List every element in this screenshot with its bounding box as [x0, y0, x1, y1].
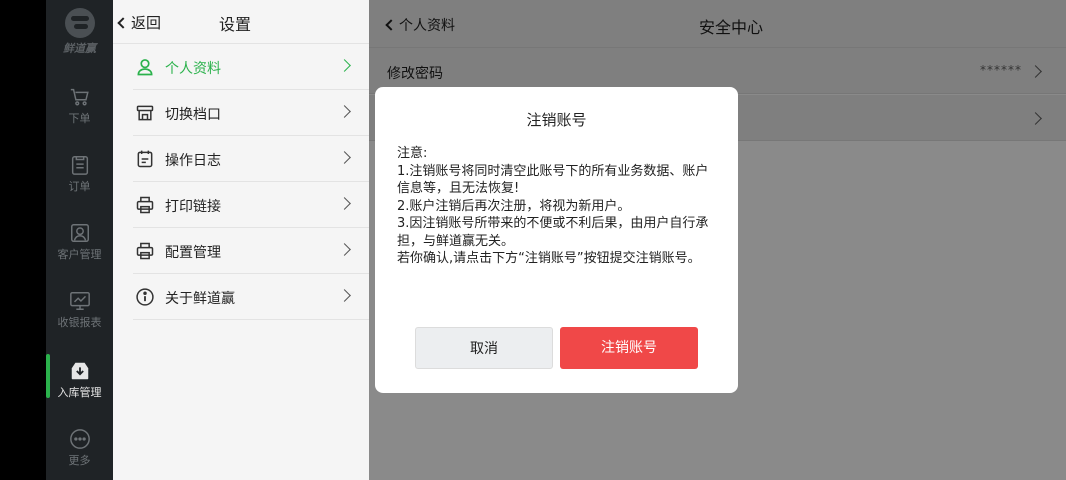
- settings-item-switch-stall[interactable]: 切换档口: [133, 90, 369, 136]
- user-icon: [137, 59, 153, 76]
- inbound-icon: [71, 362, 88, 380]
- dialog-title: 注销账号: [526, 111, 587, 129]
- chevron-right-icon: [338, 59, 351, 72]
- settings-item-label: 个人资料: [165, 61, 221, 77]
- cart-icon: [70, 88, 89, 106]
- settings-item-about[interactable]: 关于鲜道赢: [133, 274, 369, 320]
- back-button[interactable]: 返回: [117, 12, 162, 33]
- rail-item-more[interactable]: 更多: [46, 422, 113, 480]
- brand-name: 鲜道赢: [63, 42, 96, 55]
- settings-item-print-link[interactable]: 打印链接: [133, 182, 369, 228]
- rail-item-label: 下单: [68, 112, 91, 125]
- back-label: 返回: [131, 14, 162, 32]
- settings-item-label: 操作日志: [165, 153, 221, 169]
- customer-icon: [70, 224, 89, 242]
- more-icon: [69, 429, 90, 449]
- dialog-line: 1.注销账号将同时清空此账号下的所有业务数据、账户信息等，且无法恢复!: [397, 163, 709, 197]
- rail-item-label: 订单: [68, 180, 91, 193]
- chevron-left-icon: [117, 17, 129, 29]
- chevron-right-icon: [338, 289, 351, 302]
- info-icon: [136, 288, 154, 306]
- row-label: 修改密码: [387, 66, 443, 82]
- chevron-right-icon: [338, 197, 351, 210]
- chevron-right-icon: [338, 243, 351, 256]
- log-icon: [137, 150, 153, 168]
- logo-icon: [64, 8, 95, 38]
- settings-item-profile[interactable]: 个人资料: [133, 44, 369, 90]
- printer-icon: [136, 196, 154, 214]
- dialog-line: 3.因注销账号所带来的不便或不利后果，由用户自行承担，与鲜道赢无关。: [397, 216, 709, 249]
- brand-logo: 鲜道赢: [46, 8, 113, 60]
- panel-back-label: 个人资料: [399, 18, 455, 34]
- settings-item-operation-log[interactable]: 操作日志: [133, 136, 369, 182]
- chevron-right-icon: [338, 105, 351, 118]
- rail-item-label: 客户管理: [57, 248, 102, 261]
- screen-edge: [0, 0, 46, 480]
- rail-item-label: 入库管理: [57, 386, 102, 399]
- settings-item-config[interactable]: 配置管理: [133, 228, 369, 274]
- settings-title: 设置: [219, 15, 252, 34]
- rail-item-label: 收银报表: [57, 316, 102, 329]
- confirm-delete-button[interactable]: 注销账号: [560, 327, 698, 369]
- chevron-right-icon: [338, 151, 351, 164]
- password-mask: ******: [980, 63, 1022, 77]
- rail-item-customers[interactable]: 客户管理: [46, 216, 113, 276]
- panel-title: 安全中心: [699, 18, 764, 37]
- settings-menu: 返回 设置 个人资料 切换档口 操作日志 打印链接 配置管理 关于鲜道赢: [113, 0, 369, 480]
- rail-item-orders[interactable]: 订单: [46, 148, 113, 208]
- dialog-line: 2.账户注销后再次注册，将视为新用户。: [397, 198, 631, 214]
- panel-header: 个人资料 安全中心: [369, 0, 1066, 48]
- settings-item-label: 打印链接: [165, 199, 221, 215]
- printer-icon: [136, 242, 154, 260]
- store-icon: [136, 105, 154, 121]
- settings-header: 返回 设置: [113, 0, 369, 44]
- settings-item-label: 关于鲜道赢: [165, 291, 235, 307]
- settings-item-label: 配置管理: [165, 245, 221, 261]
- order-icon: [71, 156, 88, 175]
- rail-item-inbound[interactable]: 入库管理: [46, 354, 113, 414]
- dialog-message: 注意: 1.注销账号将同时清空此账号下的所有业务数据、账户信息等，且无法恢复! …: [397, 145, 719, 268]
- dialog-line: 若你确认,请点击下方“注销账号”按钮提交注销账号。: [397, 251, 701, 266]
- app-root: 鲜道赢 下单 订单 客户管理 收银报表 入库管理 更多 返回 设置 个人资料 切…: [0, 0, 1066, 480]
- dialog-line: 注意:: [397, 146, 428, 161]
- settings-item-label: 切换档口: [165, 107, 221, 123]
- rail-active-indicator: [46, 354, 50, 398]
- rail-item-order-entry[interactable]: 下单: [46, 80, 113, 140]
- chevron-right-icon: [1029, 65, 1042, 78]
- chevron-right-icon: [1029, 112, 1042, 125]
- cancel-button[interactable]: 取消: [415, 327, 553, 369]
- delete-account-dialog: 注销账号 注意: 1.注销账号将同时清空此账号下的所有业务数据、账户信息等，且无…: [375, 87, 738, 393]
- rail-item-reports[interactable]: 收银报表: [46, 284, 113, 344]
- rail-item-label: 更多: [68, 454, 91, 467]
- report-icon: [69, 292, 90, 310]
- panel-back-button[interactable]: 个人资料: [385, 15, 455, 35]
- chevron-left-icon: [385, 19, 397, 31]
- nav-rail: 鲜道赢 下单 订单 客户管理 收银报表 入库管理 更多: [46, 0, 113, 480]
